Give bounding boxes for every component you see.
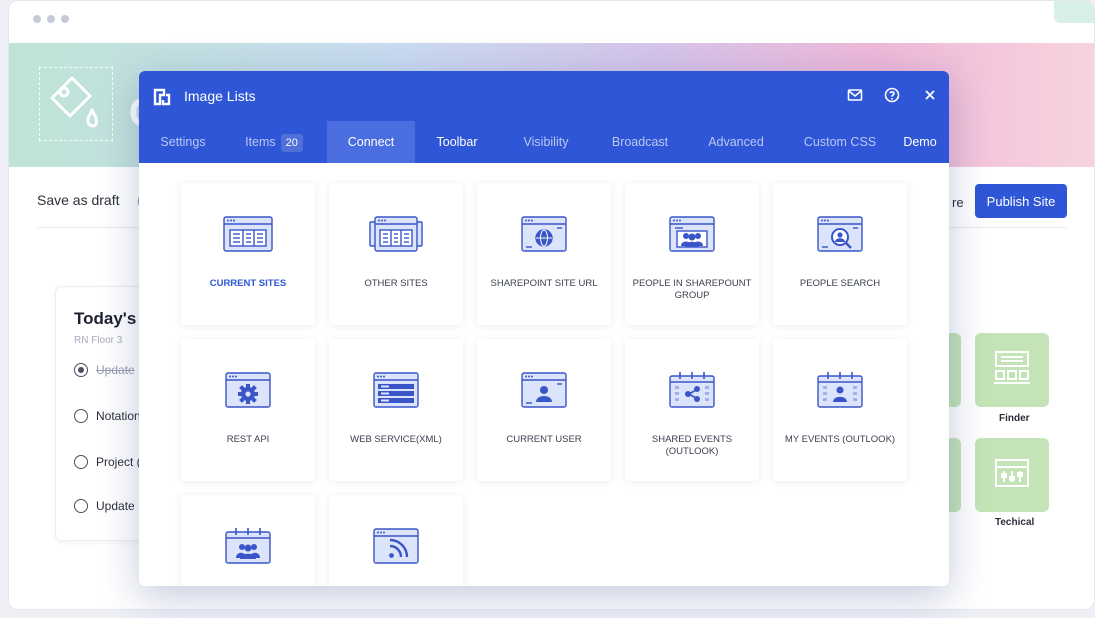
today-subtitle: RN Floor 3	[74, 335, 123, 346]
finder-label: Finder	[999, 413, 1030, 424]
todo-item[interactable]: Update	[74, 499, 135, 513]
finder-tile[interactable]	[975, 333, 1049, 407]
shared-calendar-icon	[669, 372, 715, 408]
card-people-search[interactable]: PEOPLE SEARCH	[773, 183, 907, 325]
card-group-events[interactable]	[181, 495, 315, 586]
todo-label: Update	[96, 499, 135, 513]
close-icon[interactable]	[922, 87, 938, 103]
window-dot-3[interactable]	[61, 15, 69, 23]
card-label: PEOPLE SEARCH	[799, 278, 881, 289]
card-label: SHARED EVENTS (OUTLOOK)	[651, 434, 733, 457]
card-rss-feed[interactable]	[329, 495, 463, 586]
card-label: CURRENT USER	[506, 434, 582, 445]
corner-decoration	[1054, 1, 1094, 23]
today-title: Today's	[74, 309, 137, 328]
card-shared-events-outlook[interactable]: SHARED EVENTS (OUTLOOK)	[625, 339, 759, 481]
gear-icon	[225, 372, 271, 408]
card-rest-api[interactable]: REST API	[181, 339, 315, 481]
tab-connect[interactable]: Connect	[327, 121, 415, 163]
save-as-draft-link[interactable]: Save as draft	[37, 192, 120, 208]
card-current-user[interactable]: CURRENT USER	[477, 339, 611, 481]
card-other-sites[interactable]: OTHER SITES	[329, 183, 463, 325]
card-sharepoint-site-url[interactable]: SHAREPOINT SITE URL	[477, 183, 611, 325]
people-group-icon	[669, 216, 715, 252]
tab-items[interactable]: Items 20	[233, 121, 315, 163]
todo-label: Notation	[96, 409, 141, 423]
card-people-in-sharepoint-group[interactable]: PEOPLE IN SHAREPOUNT GROUP	[625, 183, 759, 325]
radio-icon[interactable]	[74, 409, 88, 423]
card-label: PEOPLE IN SHAREPOUNT GROUP	[632, 278, 752, 301]
radio-icon[interactable]	[74, 499, 88, 513]
todo-item[interactable]: Update	[74, 363, 135, 377]
items-count-badge: 20	[280, 134, 303, 152]
help-icon[interactable]	[884, 87, 900, 103]
tab-demo[interactable]: Demo	[897, 121, 943, 163]
dialog-tabs: Settings Items 20 Connect Toolbar Visibil…	[139, 121, 949, 163]
image-lists-dialog: Image Lists Settings Items 20 Connect Too…	[139, 71, 949, 586]
todo-label: Update	[96, 363, 135, 377]
publish-site-button[interactable]: Publish Site	[975, 184, 1067, 218]
radio-checked-icon[interactable]	[74, 363, 88, 377]
person-search-icon	[817, 216, 863, 252]
card-my-events-outlook[interactable]: MY EVENTS (OUTLOOK)	[773, 339, 907, 481]
todo-item[interactable]: Project (	[74, 455, 141, 469]
mixer-icon	[995, 459, 1029, 487]
card-current-sites[interactable]: CURRENT SITES	[181, 183, 315, 325]
dialog-title: Image Lists	[184, 88, 256, 104]
toolbar-partial-label: re	[952, 195, 964, 210]
web-service-icon	[373, 372, 419, 408]
group-calendar-icon	[225, 528, 271, 564]
tab-settings[interactable]: Settings	[149, 121, 217, 163]
technical-label: Techical	[995, 517, 1035, 528]
mail-icon[interactable]	[847, 87, 863, 103]
todo-item[interactable]: Notation	[74, 409, 141, 423]
rss-icon	[373, 528, 419, 564]
card-label: CURRENT SITES	[209, 278, 287, 289]
todo-label: Project (	[96, 455, 141, 469]
browser-list-icon	[223, 216, 273, 252]
dialog-header: Image Lists Settings Items 20 Connect Too…	[139, 71, 949, 163]
card-label: OTHER SITES	[364, 278, 428, 289]
window-dot-1[interactable]	[33, 15, 41, 23]
tab-advanced[interactable]: Advanced	[701, 121, 771, 163]
tab-visibility[interactable]: Visibility	[511, 121, 581, 163]
card-label: WEB SERVICE(XML)	[350, 434, 442, 445]
card-label: MY EVENTS (OUTLOOK)	[784, 434, 896, 445]
user-calendar-icon	[817, 372, 863, 408]
connect-options-grid: CURRENT SITES OTHER SITES SHAREPOINT SIT…	[139, 163, 949, 586]
tab-custom-css[interactable]: Custom CSS	[797, 121, 883, 163]
globe-icon	[521, 216, 567, 252]
finder-icon	[994, 351, 1030, 384]
window-controls	[33, 15, 69, 23]
window-dot-2[interactable]	[47, 15, 55, 23]
card-label: SHAREPOINT SITE URL	[490, 278, 598, 289]
card-label: REST API	[226, 434, 270, 445]
user-icon	[521, 372, 567, 408]
radio-icon[interactable]	[74, 455, 88, 469]
technical-tile[interactable]	[975, 438, 1049, 512]
tag-icon	[39, 67, 113, 141]
tab-broadcast[interactable]: Broadcast	[603, 121, 677, 163]
card-web-service-xml[interactable]: WEB SERVICE(XML)	[329, 339, 463, 481]
logo-icon	[153, 88, 171, 106]
tab-toolbar[interactable]: Toolbar	[425, 121, 489, 163]
stacked-browser-icon	[369, 216, 423, 252]
